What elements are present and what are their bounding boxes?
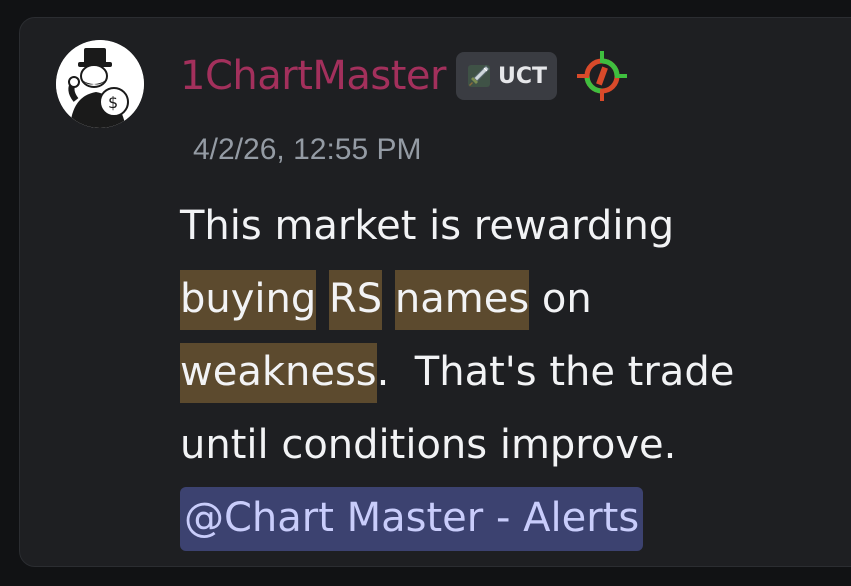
message-text: This market is rewarding: [180, 203, 675, 249]
message-timestamp[interactable]: 4/2/26, 12:55 PM: [193, 133, 422, 167]
message-text: until conditions improve.: [180, 422, 677, 468]
message-line-4: until conditions improve.: [180, 409, 820, 482]
message-text: . That's the trade: [376, 349, 735, 395]
message-line-1: This market is rewarding: [180, 190, 820, 263]
message-line-3: weakness. That's the trade: [180, 336, 820, 409]
message-line-2: buying RS names on: [180, 263, 820, 336]
highlighted-keyword: weakness: [180, 343, 377, 403]
sword-icon: [464, 61, 494, 91]
highlighted-keyword: RS: [329, 270, 383, 330]
svg-text:$: $: [108, 93, 118, 112]
author-username[interactable]: 1ChartMaster: [180, 53, 446, 99]
message-header: 1ChartMaster UCT: [180, 46, 629, 106]
highlighted-keyword: buying: [180, 270, 317, 330]
target-crosshair-icon[interactable]: [575, 49, 629, 103]
monopoly-man-avatar-icon[interactable]: $: [56, 40, 144, 128]
highlighted-keyword: names: [394, 270, 530, 330]
message-line-5: @Chart Master - Alerts: [180, 482, 820, 555]
role-mention[interactable]: @Chart Master - Alerts: [180, 487, 644, 551]
role-tag[interactable]: UCT: [455, 52, 558, 100]
role-tag-label: UCT: [497, 63, 548, 89]
message-content: This market is rewarding buying RS names…: [180, 190, 820, 555]
message-text: on: [529, 276, 592, 322]
